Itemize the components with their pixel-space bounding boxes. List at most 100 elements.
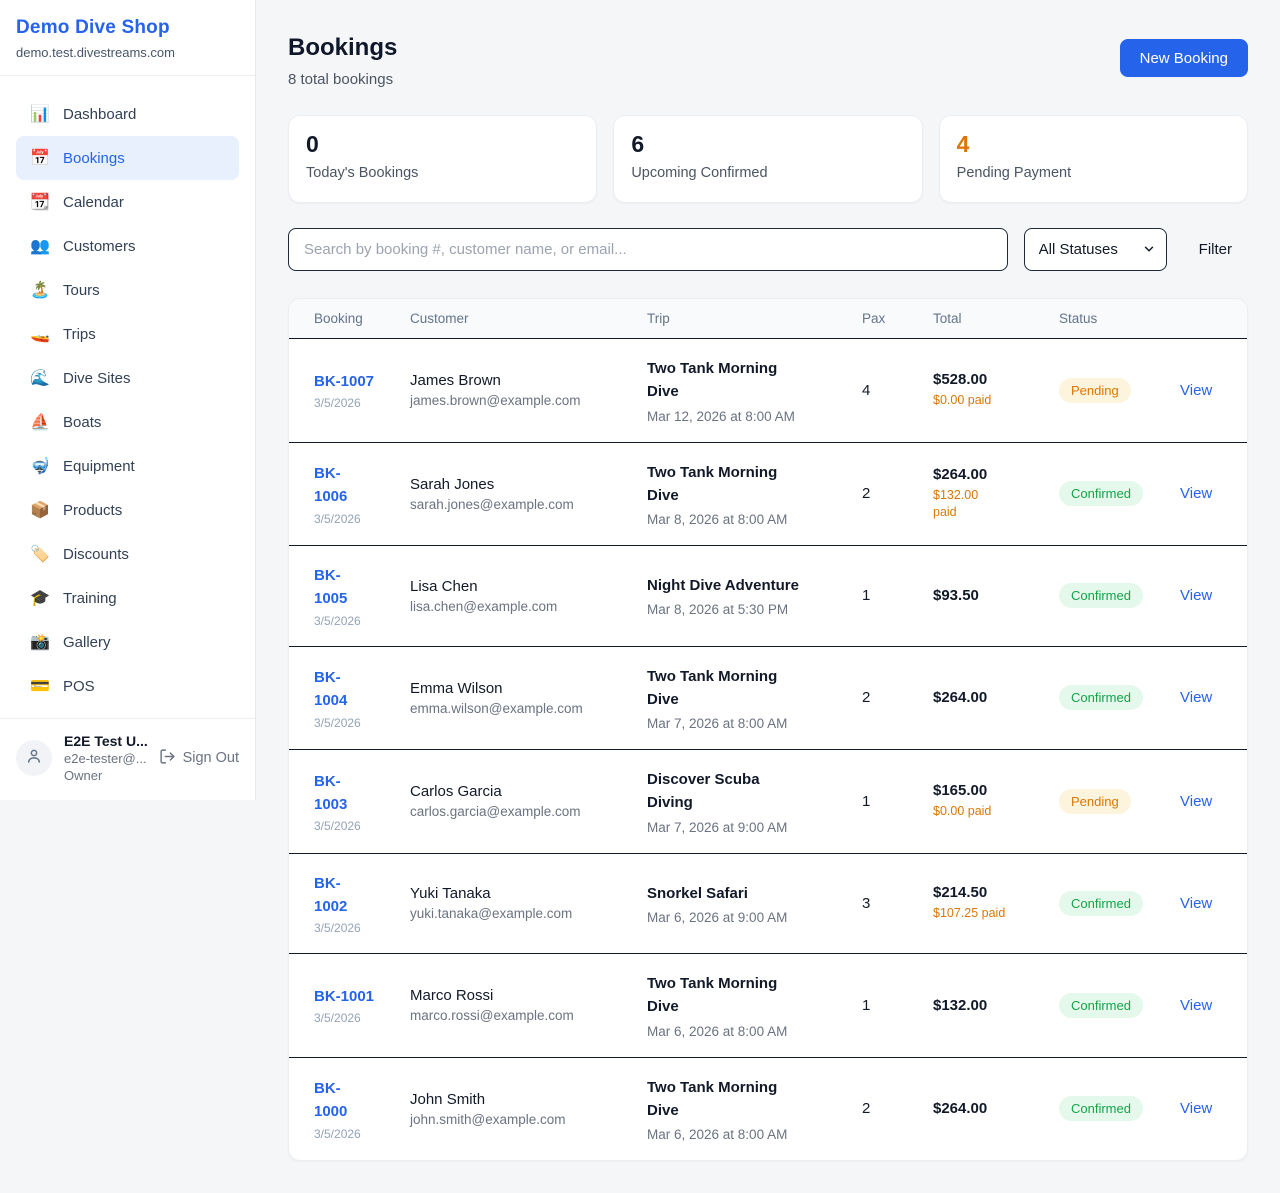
- sidebar-item-label: Gallery: [63, 634, 111, 651]
- view-link[interactable]: View: [1180, 382, 1212, 399]
- column-header-total: Total: [925, 299, 1051, 339]
- avatar: [16, 740, 52, 776]
- total-cell: $528.00 $0.00 paid: [925, 339, 1051, 443]
- sidebar-item-label: Calendar: [63, 194, 124, 211]
- filter-button[interactable]: Filter: [1183, 241, 1248, 258]
- sign-out-button[interactable]: Sign Out: [159, 748, 239, 769]
- sidebar-item-gallery[interactable]: 📸 Gallery: [16, 620, 239, 664]
- total-amount: $264.00: [933, 689, 1043, 706]
- pax-value: 1: [862, 997, 870, 1014]
- table-row: BK- 1002 3/5/2026 Yuki Tanaka yuki.tanak…: [289, 853, 1248, 954]
- view-link[interactable]: View: [1180, 485, 1212, 502]
- booking-id-link[interactable]: BK- 1005: [314, 564, 394, 611]
- sidebar-item-boats[interactable]: ⛵ Boats: [16, 400, 239, 444]
- pax-value: 2: [862, 1100, 870, 1117]
- sidebar-item-calendar[interactable]: 📆 Calendar: [16, 180, 239, 224]
- sidebar-item-pos[interactable]: 💳 POS: [16, 664, 239, 708]
- pos-icon: 💳: [30, 676, 50, 696]
- customer-cell: Yuki Tanaka yuki.tanaka@example.com: [402, 853, 639, 954]
- booking-id-link[interactable]: BK- 1004: [314, 666, 394, 713]
- trip-datetime: Mar 12, 2026 at 8:00 AM: [647, 409, 846, 424]
- total-amount: $214.50: [933, 884, 1043, 901]
- main-content: Bookings 8 total bookings New Booking 0 …: [256, 0, 1280, 1193]
- pax-value: 1: [862, 793, 870, 810]
- trip-datetime: Mar 8, 2026 at 8:00 AM: [647, 512, 846, 527]
- sidebar-item-label: Boats: [63, 414, 101, 431]
- booking-id-link[interactable]: BK- 1006: [314, 462, 394, 509]
- booking-id-link[interactable]: BK- 1002: [314, 872, 394, 919]
- user-role: Owner: [64, 768, 147, 783]
- sidebar-item-trips[interactable]: 🚤 Trips: [16, 312, 239, 356]
- sidebar-item-equipment[interactable]: 🤿 Equipment: [16, 444, 239, 488]
- new-booking-button[interactable]: New Booking: [1120, 39, 1248, 77]
- trip-cell: Two Tank Morning Dive Mar 6, 2026 at 8:0…: [639, 954, 854, 1058]
- booking-id-link[interactable]: BK- 1000: [314, 1077, 394, 1124]
- sidebar-item-label: Bookings: [63, 150, 125, 167]
- booking-id-link[interactable]: BK-1007: [314, 370, 394, 393]
- stat-card-todays-bookings: 0 Today's Bookings: [288, 115, 597, 203]
- customer-email: marco.rossi@example.com: [410, 1008, 631, 1023]
- table-header-row: BookingCustomerTripPaxTotalStatus: [289, 299, 1248, 339]
- status-cell: Confirmed: [1051, 442, 1172, 546]
- view-link[interactable]: View: [1180, 1100, 1212, 1117]
- stats-row: 0 Today's Bookings 6 Upcoming Confirmed …: [288, 115, 1248, 203]
- view-link[interactable]: View: [1180, 587, 1212, 604]
- total-cell: $93.50: [925, 546, 1051, 647]
- status-cell: Confirmed: [1051, 646, 1172, 750]
- pax-cell: 1: [854, 750, 925, 854]
- view-link[interactable]: View: [1180, 997, 1212, 1014]
- sidebar-item-label: Dive Sites: [63, 370, 131, 387]
- sidebar-item-training[interactable]: 🎓 Training: [16, 576, 239, 620]
- trip-cell: Two Tank Morning Dive Mar 8, 2026 at 8:0…: [639, 442, 854, 546]
- sidebar-item-products[interactable]: 📦 Products: [16, 488, 239, 532]
- pax-cell: 4: [854, 339, 925, 443]
- sidebar-item-customers[interactable]: 👥 Customers: [16, 224, 239, 268]
- calendar-icon: 📆: [30, 192, 50, 212]
- customer-cell: Marco Rossi marco.rossi@example.com: [402, 954, 639, 1058]
- action-cell: View: [1172, 546, 1248, 647]
- status-cell: Confirmed: [1051, 546, 1172, 647]
- products-icon: 📦: [30, 500, 50, 520]
- sidebar-item-tours[interactable]: 🏝️ Tours: [16, 268, 239, 312]
- sidebar-item-dive-sites[interactable]: 🌊 Dive Sites: [16, 356, 239, 400]
- sidebar-item-dashboard[interactable]: 📊 Dashboard: [16, 92, 239, 136]
- table-row: BK- 1003 3/5/2026 Carlos Garcia carlos.g…: [289, 750, 1248, 854]
- gallery-icon: 📸: [30, 632, 50, 652]
- action-cell: View: [1172, 853, 1248, 954]
- booking-id-link[interactable]: BK-1001: [314, 985, 394, 1008]
- sidebar-item-bookings[interactable]: 📅 Bookings: [16, 136, 239, 180]
- filter-row: All Statuses Filter: [288, 228, 1248, 271]
- booking-date: 3/5/2026: [314, 1127, 394, 1141]
- view-link[interactable]: View: [1180, 793, 1212, 810]
- search-input[interactable]: [288, 228, 1008, 271]
- table-row: BK- 1000 3/5/2026 John Smith john.smith@…: [289, 1057, 1248, 1160]
- sidebar-item-label: Products: [63, 502, 122, 519]
- status-filter-select[interactable]: All Statuses: [1024, 228, 1167, 271]
- customer-cell: Lisa Chen lisa.chen@example.com: [402, 546, 639, 647]
- booking-date: 3/5/2026: [314, 614, 394, 628]
- customer-cell: John Smith john.smith@example.com: [402, 1057, 639, 1160]
- sidebar-item-label: Tours: [63, 282, 100, 299]
- user-section: E2E Test U... e2e-tester@... Owner Sign …: [0, 718, 255, 801]
- sidebar: Demo Dive Shop demo.test.divestreams.com…: [0, 0, 256, 800]
- customer-name: Sarah Jones: [410, 476, 631, 493]
- paid-amount: $132.00 paid: [933, 487, 1043, 522]
- table-row: BK- 1004 3/5/2026 Emma Wilson emma.wilso…: [289, 646, 1248, 750]
- customer-name: Yuki Tanaka: [410, 885, 631, 902]
- total-amount: $528.00: [933, 371, 1043, 388]
- boats-icon: ⛵: [30, 412, 50, 432]
- pax-cell: 3: [854, 853, 925, 954]
- booking-date: 3/5/2026: [314, 921, 394, 935]
- sidebar-item-label: Dashboard: [63, 106, 136, 123]
- customer-name: Carlos Garcia: [410, 783, 631, 800]
- action-cell: View: [1172, 1057, 1248, 1160]
- customer-cell: Sarah Jones sarah.jones@example.com: [402, 442, 639, 546]
- view-link[interactable]: View: [1180, 895, 1212, 912]
- action-cell: View: [1172, 339, 1248, 443]
- customer-name: John Smith: [410, 1091, 631, 1108]
- sidebar-item-discounts[interactable]: 🏷️ Discounts: [16, 532, 239, 576]
- stat-card-upcoming-confirmed: 6 Upcoming Confirmed: [613, 115, 922, 203]
- booking-id-link[interactable]: BK- 1003: [314, 770, 394, 817]
- pax-cell: 1: [854, 546, 925, 647]
- view-link[interactable]: View: [1180, 689, 1212, 706]
